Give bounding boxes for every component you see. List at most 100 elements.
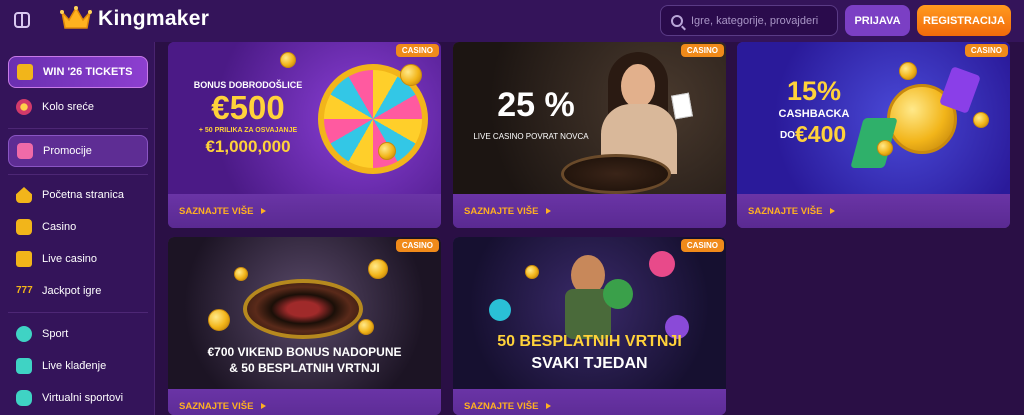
- category-badge: CASINO: [680, 44, 724, 57]
- sidebar-item-label: Kolo sreće: [42, 101, 94, 113]
- banner-text: + 50 PRILIKA ZA OSVAJANJE: [198, 127, 298, 134]
- top-header: Kingmaker PRIJAVA REGISTRACIJA: [0, 0, 1024, 42]
- sidebar-item-win-tickets[interactable]: WIN '26 TICKETS: [8, 56, 148, 88]
- banner-text: €700 VIKEND BONUS NADOPUNE: [207, 345, 402, 359]
- roulette-wheel: [243, 279, 363, 339]
- sidebar-item-label: WIN '26 TICKETS: [43, 66, 133, 78]
- banner-text: 25 %: [497, 86, 575, 124]
- leprechaun-icon: [603, 279, 633, 309]
- arrow-right-icon: [261, 403, 267, 409]
- banner-text: CASHBACKA: [778, 108, 850, 120]
- sidebar-toggle-icon[interactable]: [14, 12, 30, 28]
- sidebar-item-jackpot[interactable]: 777 Jackpot igre: [8, 276, 148, 306]
- sidebar-item-kolo-srece[interactable]: Kolo sreće: [8, 92, 148, 122]
- banner-text: €400: [795, 121, 847, 147]
- promo-banner-image: 50 BESPLATNIH VRTNJI SVAKI TJEDAN: [453, 237, 726, 389]
- brand-name: Kingmaker: [98, 7, 210, 30]
- coin-icon: [208, 309, 230, 331]
- category-badge: CASINO: [964, 44, 1008, 57]
- brand-logo[interactable]: Kingmaker: [60, 6, 209, 32]
- sidebar-item-label: Casino: [42, 221, 77, 233]
- promo-card-weekend-bonus[interactable]: CASINO €700 VIKEND BONUS NADOPUNE & 50 B…: [168, 237, 441, 415]
- learn-more-link[interactable]: SAZNAJTE VIŠE: [453, 389, 726, 415]
- sidebar-divider: [8, 312, 148, 313]
- promo-card-cashback[interactable]: CASINO 15% CASHBACKA DO €400 SAZNAJTE VI…: [737, 42, 1010, 228]
- arrow-right-icon: [546, 403, 552, 409]
- category-badge: CASINO: [680, 239, 724, 252]
- category-badge: CASINO: [395, 44, 439, 57]
- slot-icon: [16, 219, 32, 235]
- crown-icon: [60, 6, 92, 32]
- learn-more-link[interactable]: SAZNAJTE VIŠE: [453, 194, 726, 228]
- learn-more-label: SAZNAJTE VIŠE: [464, 205, 539, 217]
- promo-card-live-cashback[interactable]: CASINO 25 % LIVE CASINO POVRAT NOVCA SAZ…: [453, 42, 726, 228]
- search-input[interactable]: [691, 14, 831, 27]
- category-badge: CASINO: [395, 239, 439, 252]
- coin-icon: [400, 64, 422, 86]
- sidebar-item-live-casino[interactable]: Live casino: [8, 244, 148, 274]
- wheel-icon: [16, 99, 32, 115]
- gamepad-icon: [16, 390, 32, 406]
- promo-card-welcome-bonus[interactable]: CASINO BONUS DOBRODOŠLICE €500 + 50 PRIL…: [168, 42, 441, 228]
- banner-text: 15%: [786, 76, 842, 106]
- promo-banner-image: BONUS DOBRODOŠLICE €500 + 50 PRILIKA ZA …: [168, 42, 441, 194]
- trophy-icon: [17, 64, 33, 80]
- sidebar-item-pocetna[interactable]: Početna stranica: [8, 180, 148, 210]
- coin-icon: [368, 259, 388, 279]
- roulette-wheel: [561, 154, 671, 194]
- promo-card-free-spins[interactable]: CASINO 50 BESPLATNIH VRTNJI SVAKI TJEDAN…: [453, 237, 726, 415]
- login-button[interactable]: PRIJAVA: [845, 5, 910, 36]
- sidebar-item-label: Jackpot igre: [42, 285, 102, 297]
- live-bet-icon: [16, 358, 32, 374]
- arrow-right-icon: [830, 208, 836, 214]
- search-icon: [671, 14, 683, 27]
- learn-more-link[interactable]: SAZNAJTE VIŠE: [168, 389, 441, 415]
- coin-icon: [973, 112, 989, 128]
- promo-banner-image: 15% CASHBACKA DO €400: [737, 42, 1010, 194]
- coin-icon: [358, 319, 374, 335]
- learn-more-label: SAZNAJTE VIŠE: [179, 205, 254, 217]
- coin-icon: [899, 62, 917, 80]
- sidebar-item-virtualni[interactable]: Virtualni sportovi: [8, 383, 148, 413]
- sidebar: WIN '26 TICKETS Kolo sreće Promocije Poč…: [0, 42, 155, 415]
- banner-text: €1,000,000: [205, 137, 291, 156]
- banner-text: SVAKI TJEDAN: [531, 355, 648, 372]
- learn-more-label: SAZNAJTE VIŠE: [179, 400, 254, 412]
- coin-icon: [280, 52, 296, 68]
- arrow-right-icon: [261, 208, 267, 214]
- sidebar-item-label: Virtualni sportovi: [42, 392, 124, 404]
- sidebar-divider: [8, 128, 148, 129]
- banner-text: 50 BESPLATNIH VRTNJI: [497, 333, 682, 350]
- sidebar-item-promocije[interactable]: Promocije: [8, 135, 148, 167]
- coin-icon: [378, 142, 396, 160]
- banner-text: LIVE CASINO POVRAT NOVCA: [473, 132, 589, 141]
- gift-icon: [17, 143, 33, 159]
- learn-more-label: SAZNAJTE VIŠE: [464, 400, 539, 412]
- jackpot-icon: 777: [16, 285, 33, 296]
- sidebar-divider: [8, 174, 148, 175]
- dealer-face: [621, 64, 655, 108]
- promo-banner-image: 25 % LIVE CASINO POVRAT NOVCA: [453, 42, 726, 194]
- live-casino-icon: [16, 251, 32, 267]
- sidebar-item-live-kladenje[interactable]: Live klađenje: [8, 351, 148, 381]
- home-icon: [16, 187, 32, 203]
- sidebar-item-label: Live casino: [42, 253, 98, 265]
- sidebar-item-sport[interactable]: Sport: [8, 319, 148, 349]
- arrow-right-icon: [546, 208, 552, 214]
- learn-more-link[interactable]: SAZNAJTE VIŠE: [168, 194, 441, 228]
- promo-banner-image: €700 VIKEND BONUS NADOPUNE & 50 BESPLATN…: [168, 237, 441, 389]
- register-button[interactable]: REGISTRACIJA: [917, 5, 1011, 36]
- monster-icon: [649, 251, 675, 277]
- banner-text: & 50 BESPLATNIH VRTNJI: [229, 361, 380, 375]
- sidebar-item-casino[interactable]: Casino: [8, 212, 148, 242]
- sidebar-item-label: Sport: [42, 328, 69, 340]
- sidebar-item-label: Live klađenje: [42, 360, 107, 372]
- coin-icon: [234, 267, 248, 281]
- learn-more-link[interactable]: SAZNAJTE VIŠE: [737, 194, 1010, 228]
- coin-icon: [877, 140, 893, 156]
- banner-text: €500: [211, 89, 285, 126]
- banner-text: DO: [780, 130, 795, 141]
- card-icon: [671, 92, 693, 120]
- search-box[interactable]: [660, 5, 838, 36]
- coin-icon: [525, 265, 539, 279]
